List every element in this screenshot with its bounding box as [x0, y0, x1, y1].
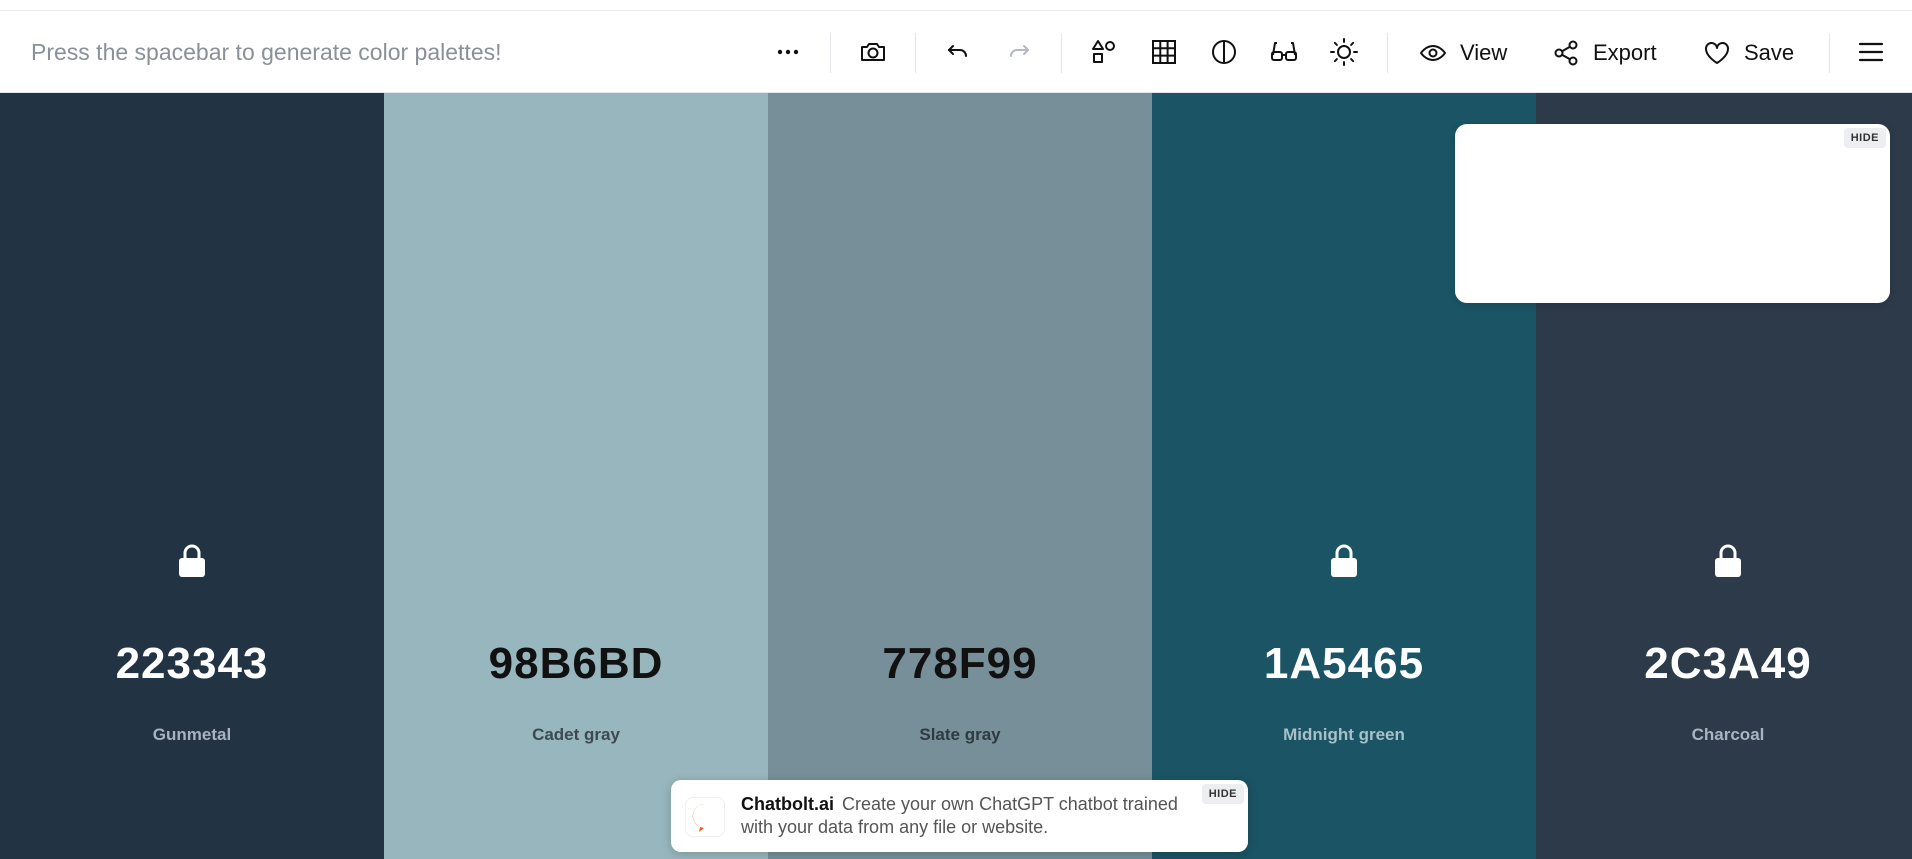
- toolbar-divider: [1387, 33, 1388, 73]
- hide-banner-button[interactable]: HIDE: [1201, 784, 1244, 804]
- hex-code[interactable]: 98B6BD: [384, 639, 768, 689]
- undo-icon[interactable]: [940, 34, 976, 70]
- view-label: View: [1460, 40, 1508, 65]
- toolbar-divider: [830, 33, 831, 73]
- hex-code[interactable]: 2C3A49: [1536, 639, 1912, 689]
- toolbar: Press the spacebar to generate color pal…: [0, 11, 1912, 93]
- contrast-icon[interactable]: [1206, 34, 1242, 70]
- color-swatch[interactable]: 98B6BD Cadet gray: [384, 93, 768, 859]
- grid-icon[interactable]: [1146, 34, 1182, 70]
- color-name: Charcoal: [1691, 725, 1765, 744]
- color-name: Slate gray: [919, 725, 1001, 744]
- hex-code[interactable]: 778F99: [768, 639, 1152, 689]
- export-button[interactable]: Export: [1551, 33, 1657, 73]
- banner-brand: Chatbolt.ai: [741, 794, 834, 814]
- color-name: Cadet gray: [532, 725, 620, 744]
- brightness-icon[interactable]: [1326, 34, 1362, 70]
- shapes-icon[interactable]: [1086, 34, 1122, 70]
- ad-placeholder: HIDE: [1455, 124, 1890, 303]
- hide-ad-button[interactable]: HIDE: [1843, 128, 1886, 148]
- hex-code[interactable]: 1A5465: [1152, 639, 1536, 689]
- color-name: Gunmetal: [152, 725, 232, 744]
- save-button[interactable]: Save: [1702, 33, 1794, 73]
- hamburger-menu-icon[interactable]: [1853, 34, 1889, 70]
- share-icon: [1554, 40, 1578, 66]
- color-swatch[interactable]: 223343 Gunmetal: [0, 93, 384, 859]
- chatbolt-logo-icon: [685, 797, 725, 837]
- sponsor-banner[interactable]: Chatbolt.ai Create your own ChatGPT chatb…: [671, 780, 1248, 852]
- heart-icon: [1705, 42, 1729, 64]
- banner-text: Chatbolt.ai Create your own ChatGPT chatb…: [741, 793, 1181, 839]
- lock-icon[interactable]: [1712, 543, 1744, 579]
- glasses-icon[interactable]: [1266, 34, 1302, 70]
- save-label: Save: [1744, 40, 1795, 65]
- redo-icon[interactable]: [1001, 34, 1037, 70]
- toolbar-divider: [915, 33, 916, 73]
- spacebar-hint: Press the spacebar to generate color pal…: [31, 39, 502, 65]
- view-button[interactable]: View: [1418, 33, 1507, 73]
- export-label: Export: [1593, 40, 1657, 65]
- lock-icon[interactable]: [1328, 543, 1360, 579]
- hex-code[interactable]: 223343: [0, 639, 384, 689]
- lock-icon[interactable]: [176, 543, 208, 579]
- toolbar-divider: [1829, 33, 1830, 73]
- top-edge: [0, 0, 1912, 11]
- eye-icon: [1419, 44, 1447, 62]
- more-options-icon[interactable]: [770, 34, 806, 70]
- color-swatch[interactable]: 778F99 Slate gray: [768, 93, 1152, 859]
- toolbar-divider: [1061, 33, 1062, 73]
- camera-icon[interactable]: [855, 34, 891, 70]
- color-name: Midnight green: [1283, 725, 1405, 744]
